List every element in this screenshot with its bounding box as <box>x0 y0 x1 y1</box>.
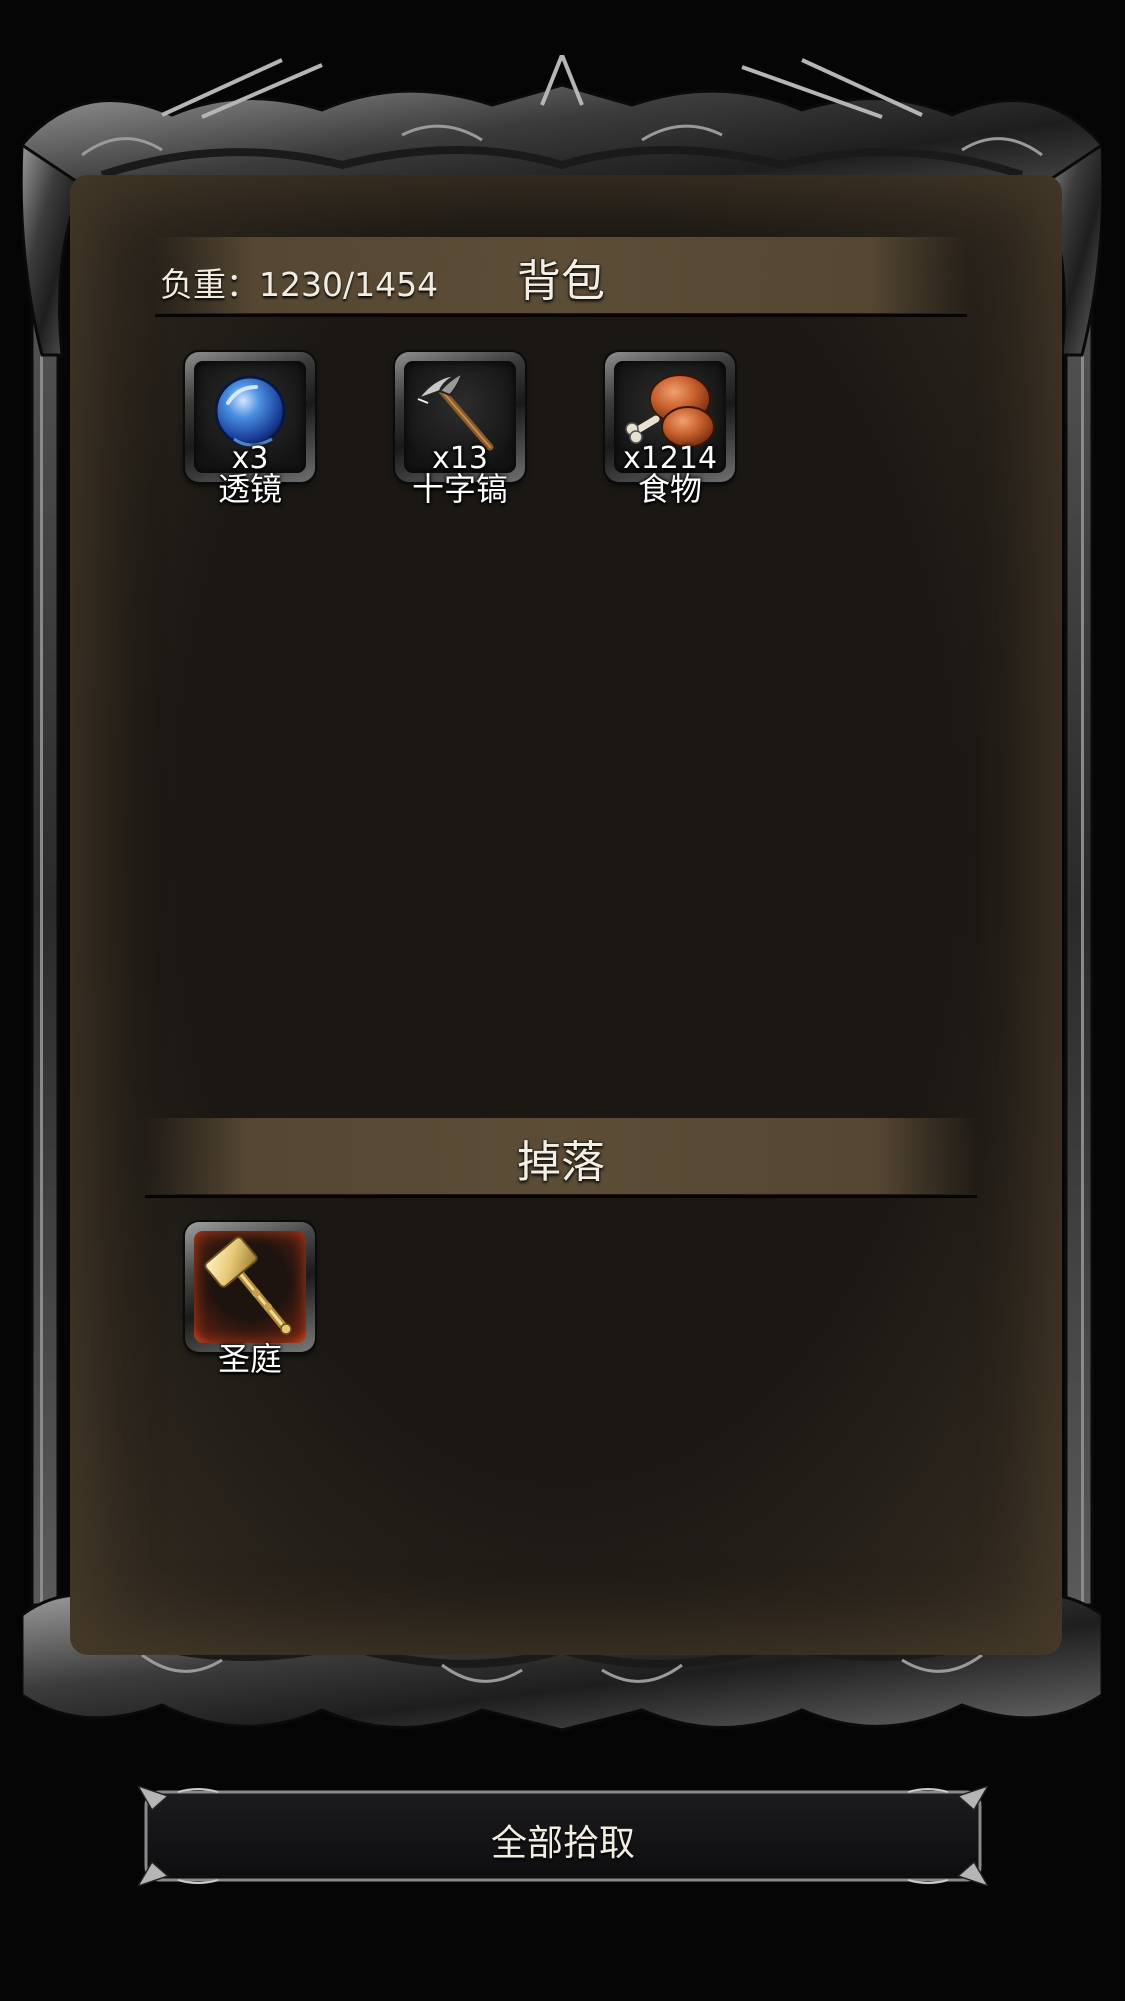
item-slot[interactable]: x1214 <box>605 352 735 482</box>
pick-all-button[interactable]: 全部拾取 <box>138 1786 988 1886</box>
pick-all-label: 全部拾取 <box>490 1823 635 1864</box>
backpack-item-pickaxe[interactable]: x13 十字镐 <box>392 352 528 512</box>
item-name: 十字镐 <box>411 470 508 508</box>
item-name: 食物 <box>637 470 702 508</box>
hammer-icon <box>204 1236 292 1335</box>
drops-header: 掉落 <box>145 1118 977 1198</box>
drops-divider <box>145 1195 977 1198</box>
drop-item-hammer[interactable]: 圣庭 <box>182 1222 318 1382</box>
item-slot[interactable] <box>185 1222 315 1352</box>
drops-title: 掉落 <box>517 1137 605 1188</box>
item-slot[interactable]: x13 <box>395 352 525 482</box>
item-slot[interactable]: x3 <box>185 352 315 482</box>
item-name: 圣庭 <box>217 1340 282 1378</box>
backpack-item-lens[interactable]: x3 透镜 <box>182 352 318 512</box>
backpack-item-food[interactable]: x1214 食物 <box>602 352 738 512</box>
weight-label: 负重：1230/1454 <box>160 265 439 304</box>
backpack-divider <box>155 314 967 317</box>
item-name: 透镜 <box>217 470 282 508</box>
